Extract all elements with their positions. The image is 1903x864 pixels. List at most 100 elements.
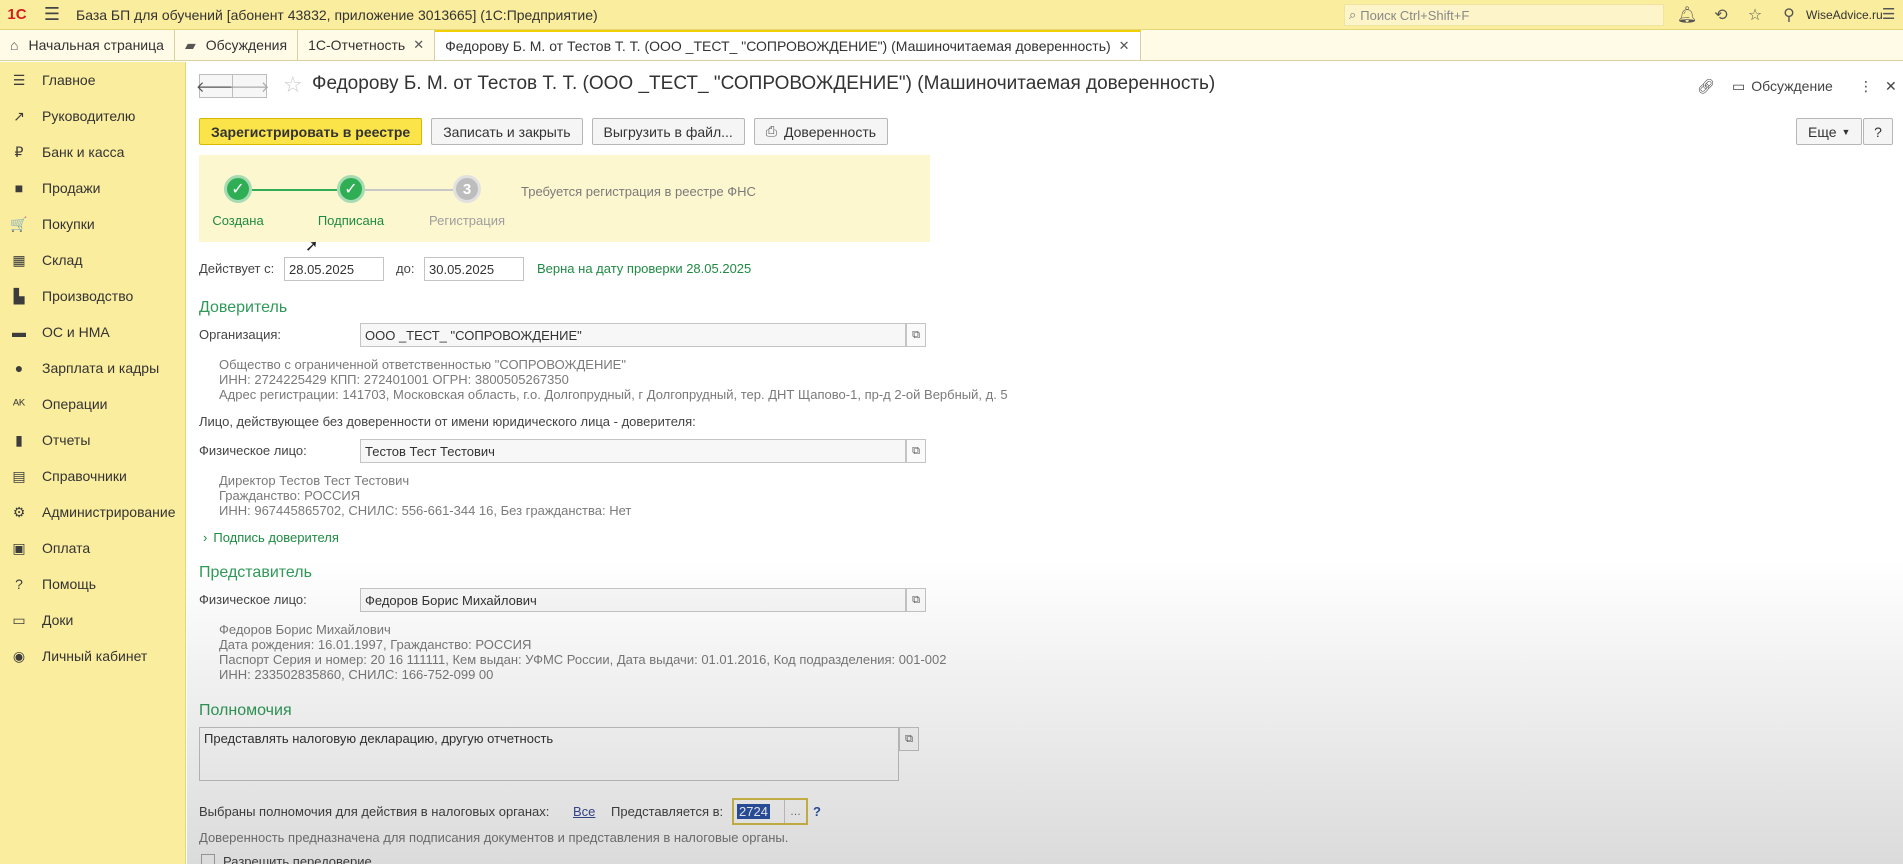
sidebar-item[interactable]: 🛒 Покупки <box>0 206 185 242</box>
more-menu-icon[interactable]: ☰ <box>1882 0 1895 30</box>
status-steps: ✓ ✓ 3 Создана Подписана Регистрация Треб… <box>199 155 930 242</box>
sidebar-item-label: ОС и НМА <box>42 324 110 340</box>
sidebar-item[interactable]: ? Помощь <box>0 566 185 602</box>
sidebar-item-label: Операции <box>42 396 108 412</box>
sidebar-item[interactable]: ↗ Руководителю <box>0 98 185 134</box>
sidebar-item[interactable]: ● Зарплата и кадры <box>0 350 185 386</box>
sidebar-item-label: Отчеты <box>42 432 91 448</box>
tab-strip: ⌂ Начальная страница ▰ Обсуждения 1С-Отч… <box>0 30 1903 61</box>
back-button[interactable]: 🡐 <box>196 74 236 98</box>
export-button[interactable]: Выгрузить в файл... <box>591 118 745 145</box>
tax-authority-code-field[interactable]: 2724 … <box>732 798 808 825</box>
docs-icon: ▭ <box>12 611 26 628</box>
tab-discussions[interactable]: ▰ Обсуждения <box>175 30 299 60</box>
operations-icon: ᴬᴷ <box>12 396 26 412</box>
sidebar-item-label: Оплата <box>42 540 91 556</box>
sidebar-item[interactable]: ▮ Отчеты <box>0 422 185 458</box>
sidebar-item-label: Личный кабинет <box>42 648 148 664</box>
document-form: 🡐 🡒 ☆ Федорову Б. М. от Тестов Т. Т. (ОО… <box>187 62 1903 864</box>
sidebar-item[interactable]: ₽ Банк и касса <box>0 134 185 170</box>
sidebar-item[interactable]: ▭ Доки <box>0 602 185 638</box>
help-question-icon[interactable]: ? <box>813 804 821 819</box>
sidebar-item[interactable]: ▤ Справочники <box>0 458 185 494</box>
sidebar-item-label: Доки <box>42 612 74 628</box>
global-search-input[interactable]: ⌕ Поиск Ctrl+Shift+F <box>1344 4 1664 26</box>
more-actions-icon[interactable]: ⋮ <box>1859 74 1873 98</box>
mouse-cursor-icon: ➚ <box>305 238 319 255</box>
sidebar-item[interactable]: ◉ Личный кабинет <box>0 638 185 674</box>
all-powers-link[interactable]: Все <box>573 804 595 819</box>
sidebar-item-label: Продажи <box>42 180 101 196</box>
allow-subdelegation-label: Разрешить передоверие <box>223 854 372 864</box>
close-form-icon[interactable]: ✕ <box>1885 74 1897 98</box>
registration-status-text: Требуется регистрация в реестре ФНС <box>521 184 756 199</box>
save-close-button[interactable]: Записать и закрыть <box>431 118 583 145</box>
book-icon: ▤ <box>12 467 26 484</box>
tax-authority-code: 2724 <box>737 804 770 819</box>
allow-subdelegation-checkbox[interactable] <box>201 854 215 864</box>
step-label-signed: Подписана <box>317 213 385 228</box>
principal-person-caption: Лицо, действующее без доверенности от им… <box>199 414 696 429</box>
representative-passport: Паспорт Серия и номер: 20 16 111111, Кем… <box>219 652 947 667</box>
sidebar-item[interactable]: ᴬᴷ Операции <box>0 386 185 422</box>
ruble-icon: ₽ <box>14 143 24 160</box>
representative-person-label: Физическое лицо: <box>199 592 307 607</box>
payment-icon: ▣ <box>12 539 26 556</box>
main-menu-icon[interactable]: ☰ <box>34 0 70 30</box>
open-organization-icon[interactable]: ⧉ <box>906 323 926 347</box>
select-dots-icon[interactable]: … <box>784 800 806 823</box>
principal-person-info: Директор Тестов Тест Тестович Гражданств… <box>219 473 631 518</box>
bag-icon: ■ <box>14 180 24 196</box>
represented-in-label: Представляется в: <box>611 804 724 819</box>
sidebar-item[interactable]: ▙ Производство <box>0 278 185 314</box>
tab-label: Федорову Б. М. от Тестов Т. Т. (ООО _ТЕС… <box>445 38 1111 54</box>
sidebar-item[interactable]: ▣ Оплата <box>0 530 185 566</box>
register-button[interactable]: Зарегистрировать в реестре <box>199 118 423 145</box>
favorites-star-icon[interactable]: ☆ <box>1738 5 1772 25</box>
powers-textarea[interactable]: Представлять налоговую декларацию, другу… <box>199 727 899 781</box>
tax-purpose-note: Доверенность предназначена для подписани… <box>199 830 789 845</box>
close-icon[interactable]: ✕ <box>413 37 424 53</box>
tab-1c-reporting[interactable]: 1С-Отчетность ✕ <box>298 30 436 60</box>
step-registration-number: 3 <box>453 175 481 203</box>
principal-person-field[interactable]: Тестов Тест Тестович <box>360 439 906 463</box>
sidebar-item[interactable]: ▬ ОС и НМА <box>0 314 185 350</box>
user-name[interactable]: WiseAdvice.ru <box>1806 0 1883 30</box>
close-icon[interactable]: ✕ <box>1119 38 1130 54</box>
forward-button[interactable]: 🡒 <box>229 74 270 98</box>
link-icon[interactable]: 🔗︎ <box>1697 74 1715 98</box>
user-icon[interactable]: ⚲ <box>1772 5 1806 25</box>
sidebar-item[interactable]: ☰ Главное <box>0 62 185 98</box>
organization-field[interactable]: ООО _ТЕСТ_ "СОПРОВОЖДЕНИЕ" <box>360 323 906 347</box>
bell-icon[interactable]: 🔔︎ <box>1670 5 1704 25</box>
tax-powers-label: Выбраны полномочия для действия в налого… <box>199 804 550 819</box>
sidebar-item[interactable]: ▦ Склад <box>0 242 185 278</box>
open-principal-person-icon[interactable]: ⧉ <box>906 439 926 463</box>
sidebar-item[interactable]: ⚙ Администрирование <box>0 494 185 530</box>
history-icon[interactable]: ⟲ <box>1704 5 1738 25</box>
valid-from-field[interactable]: 28.05.2025 <box>284 257 384 281</box>
help-button[interactable]: ? <box>1863 118 1893 145</box>
tab-label: Обсуждения <box>205 37 288 53</box>
truck-icon: ▬ <box>12 324 26 340</box>
sidebar-item[interactable]: ■ Продажи <box>0 170 185 206</box>
tab-power-of-attorney[interactable]: Федорову Б. М. от Тестов Т. Т. (ООО _ТЕС… <box>435 30 1141 60</box>
discussion-label: Обсуждение <box>1751 78 1833 94</box>
validity-check-note: Верна на дату проверки 28.05.2025 <box>537 261 752 276</box>
open-representative-icon[interactable]: ⧉ <box>906 588 926 612</box>
open-powers-icon[interactable]: ⧉ <box>899 727 919 751</box>
more-button[interactable]: Еще ▼ <box>1796 118 1863 145</box>
discussion-button[interactable]: ▭ Обсуждение <box>1732 74 1833 98</box>
principal-section-title: Доверитель <box>199 299 288 316</box>
print-poa-button[interactable]: ⎙ Доверенность <box>753 118 889 145</box>
tab-home[interactable]: ⌂ Начальная страница <box>0 30 175 60</box>
representative-person-field[interactable]: Федоров Борис Михайлович <box>360 588 906 612</box>
principal-signature-toggle[interactable]: › Подпись доверителя <box>203 530 339 545</box>
valid-to-field[interactable]: 30.05.2025 <box>424 257 524 281</box>
tab-label: 1С-Отчетность <box>308 37 406 53</box>
principal-person-ids: ИНН: 967445865702, СНИЛС: 556-661-344 16… <box>219 503 632 518</box>
sidebar-item-label: Производство <box>42 288 134 304</box>
favorite-star-icon[interactable]: ☆ <box>283 72 303 98</box>
representative-name: Федоров Борис Михайлович <box>219 622 391 637</box>
page-title: Федорову Б. М. от Тестов Т. Т. (ООО _ТЕС… <box>312 73 1216 94</box>
